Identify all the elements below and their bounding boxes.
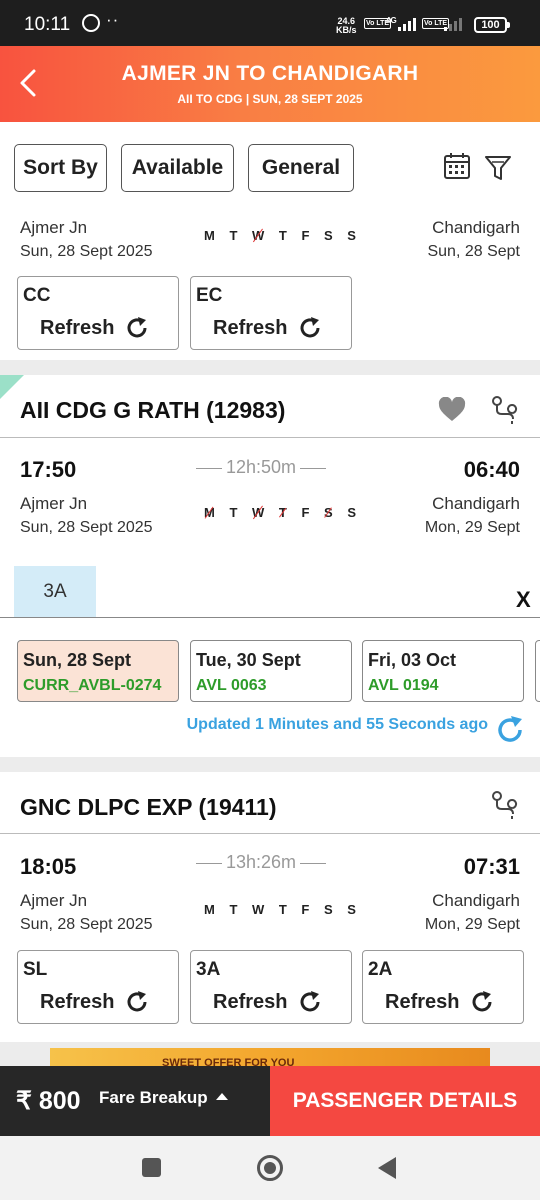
status-bar: 10:11 ·· 24.6 KB/s Vo LTE 4G Vo LTE 100 <box>0 0 540 46</box>
whatsapp-icon <box>82 14 100 32</box>
recents-square-icon[interactable] <box>142 1158 161 1177</box>
journey-duration: 13h:26m <box>192 852 330 873</box>
class-code: SL <box>23 959 48 980</box>
updated-timestamp: Updated 1 Minutes and 55 Seconds ago <box>186 716 488 733</box>
selected-class-tab-3a[interactable]: 3A <box>14 566 96 617</box>
booking-bar: ₹ 800 Fare Breakup PASSENGER DETAILS <box>0 1066 540 1136</box>
to-station: Chandigarh <box>432 891 520 910</box>
fare-section[interactable]: ₹ 800 Fare Breakup <box>0 1066 270 1136</box>
class-card-3a[interactable]: 3A Refresh <box>190 950 352 1024</box>
from-station: Ajmer Jn <box>20 218 88 237</box>
filter-funnel-icon[interactable] <box>484 154 512 182</box>
favorite-heart-icon[interactable] <box>438 397 466 423</box>
availability-date-card[interactable]: Fri, 03 Oct AVL 0194 <box>362 640 524 702</box>
from-date: Sun, 28 Sept 2025 <box>20 519 153 536</box>
to-date: Mon, 29 Sept <box>424 519 520 536</box>
availability-date-card[interactable]: Tue, 30 Sept AVL 0063 <box>190 640 352 702</box>
availability-date-card-more[interactable] <box>535 640 540 702</box>
to-station: Chandigarh <box>432 494 520 513</box>
home-circle-icon[interactable] <box>257 1155 283 1181</box>
more-notifications-icon: ·· <box>106 10 120 29</box>
clock: 10:11 <box>24 14 71 35</box>
divider <box>0 437 540 438</box>
running-days: M T W T F S S <box>204 505 362 520</box>
train-name: GNC DLPC EXP (19411) <box>20 794 277 820</box>
promo-banner-text: SWEET OFFER FOR YOU <box>162 1057 295 1066</box>
class-card-cc[interactable]: CC Refresh <box>17 276 179 350</box>
refresh-icon <box>127 991 147 1012</box>
availability-status: AVL 0063 <box>196 677 267 694</box>
page-title: AJMER JN TO CHANDIGARH <box>121 62 419 85</box>
refresh-icon <box>472 991 492 1012</box>
app-header: AJMER JN TO CHANDIGARH AII TO CDG | SUN,… <box>0 46 540 122</box>
train-card-19411: GNC DLPC EXP (19411) 18:05 13h:26m 07:31… <box>0 772 540 1042</box>
train-card-partial: Ajmer Jn Sun, 28 Sept 2025 M T W T F S S… <box>0 210 540 360</box>
departure-time: 17:50 <box>20 457 77 482</box>
network-speed: 24.6 KB/s <box>336 16 357 35</box>
refresh-icon <box>300 991 320 1012</box>
from-station: Ajmer Jn <box>20 494 88 513</box>
close-class-button[interactable]: X <box>516 587 531 613</box>
from-station: Ajmer Jn <box>20 891 88 910</box>
class-card-sl[interactable]: SL Refresh <box>17 950 179 1024</box>
signal-icon <box>398 17 416 31</box>
network-type: 4G <box>386 16 397 25</box>
divider <box>0 617 540 618</box>
availability-date-card-selected[interactable]: Sun, 28 Sept CURR_AVBL-0274 <box>17 640 179 702</box>
availability-date: Tue, 30 Sept <box>196 650 301 670</box>
refresh-label: Refresh <box>40 317 115 339</box>
page-subtitle: AII TO CDG | SUN, 28 SEPT 2025 <box>177 92 363 106</box>
sort-by-button[interactable]: Sort By <box>14 144 107 192</box>
general-quota-button[interactable]: General <box>248 144 354 192</box>
class-code: 3A <box>196 959 221 980</box>
journey-duration: 12h:50m <box>192 457 330 478</box>
class-code: 2A <box>368 959 393 980</box>
availability-status: AVL 0194 <box>368 677 439 694</box>
refresh-label: Refresh <box>385 991 460 1013</box>
class-card-2a[interactable]: 2A Refresh <box>362 950 524 1024</box>
back-triangle-icon[interactable] <box>376 1156 398 1180</box>
refresh-icon <box>127 317 147 338</box>
fare-amount: ₹ 800 <box>16 1087 81 1115</box>
route-map-icon[interactable] <box>490 790 520 820</box>
from-date: Sun, 28 Sept 2025 <box>20 916 153 933</box>
to-station: Chandigarh <box>432 218 520 237</box>
departure-time: 18:05 <box>20 854 77 879</box>
route-map-icon[interactable] <box>490 395 520 425</box>
passenger-details-button[interactable]: PASSENGER DETAILS <box>270 1066 540 1136</box>
class-code: EC <box>196 285 223 306</box>
from-date: Sun, 28 Sept 2025 <box>20 243 153 260</box>
calendar-icon[interactable] <box>443 152 471 180</box>
refresh-label: Refresh <box>40 991 115 1013</box>
fare-breakup-toggle[interactable]: Fare Breakup <box>99 1088 208 1108</box>
availability-date: Sun, 28 Sept <box>23 650 132 670</box>
arrival-time: 07:31 <box>463 854 520 879</box>
to-date: Sun, 28 Sept <box>427 243 520 260</box>
availability-date: Fri, 03 Oct <box>368 650 457 670</box>
to-date: Mon, 29 Sept <box>424 916 520 933</box>
available-filter-button[interactable]: Available <box>121 144 234 192</box>
signal-icon-2 <box>444 17 462 31</box>
corner-flag-icon <box>0 375 24 399</box>
caret-up-icon <box>216 1093 228 1100</box>
refresh-availability-icon[interactable] <box>494 714 526 746</box>
divider <box>0 833 540 834</box>
class-card-ec[interactable]: EC Refresh <box>190 276 352 350</box>
arrival-time: 06:40 <box>463 457 520 482</box>
promo-banner[interactable]: SWEET OFFER FOR YOU <box>50 1048 490 1066</box>
refresh-icon <box>300 317 320 338</box>
running-days: M T W T F S S <box>204 228 362 243</box>
train-name: AII CDG G RATH (12983) <box>20 397 286 423</box>
class-code: CC <box>23 285 51 306</box>
running-days: M T W T F S S <box>204 902 362 917</box>
refresh-label: Refresh <box>213 317 288 339</box>
filter-bar: Sort By Available General <box>0 122 540 210</box>
availability-status: CURR_AVBL-0274 <box>23 677 162 694</box>
battery-icon: 100 <box>474 17 510 33</box>
system-nav-bar <box>0 1136 540 1200</box>
refresh-label: Refresh <box>213 991 288 1013</box>
